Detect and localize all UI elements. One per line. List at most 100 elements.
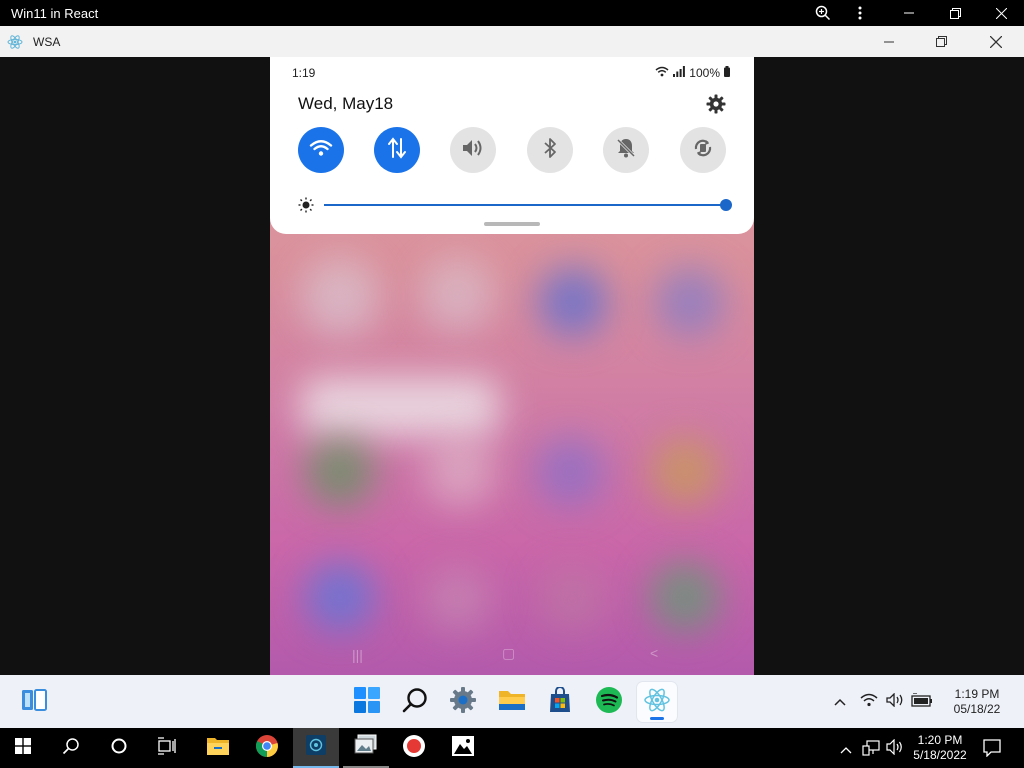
widgets-button[interactable] [14, 682, 54, 722]
host-titlebar: Win11 in React [0, 0, 1024, 26]
task-view-button[interactable] [144, 728, 190, 768]
network-icon[interactable] [862, 739, 880, 762]
active-app-indicator [650, 717, 664, 720]
host-window-title: Win11 in React [11, 6, 99, 21]
auto-rotate-toggle[interactable] [680, 127, 726, 173]
blurred-app-icon [425, 567, 490, 632]
windows-logo-icon [354, 686, 380, 718]
bluetooth-icon [542, 137, 558, 164]
start-button[interactable] [347, 682, 387, 722]
win11-clock-date: 05/18/22 [953, 702, 1001, 716]
sound-toggle[interactable] [450, 127, 496, 173]
blurred-app-icon [305, 562, 375, 632]
cortana-circle-icon [110, 737, 128, 760]
app-window-icon [305, 734, 327, 761]
blurred-app-icon [650, 562, 720, 632]
settings-gear-icon[interactable] [706, 94, 728, 116]
win10-search-button[interactable] [48, 728, 94, 768]
settings-app-button[interactable] [443, 682, 483, 722]
quick-settings-panel: 1:19 100% Wed, May18 [270, 57, 754, 234]
store-icon [547, 685, 573, 718]
search-icon [402, 687, 428, 718]
blurred-app-icon [305, 437, 375, 507]
folder-icon [498, 688, 526, 717]
mobile-data-toggle[interactable] [374, 127, 420, 173]
vscode-running-button[interactable] [293, 728, 339, 768]
spotify-button[interactable] [589, 682, 629, 722]
wsa-app-button[interactable] [637, 682, 677, 722]
bluetooth-toggle[interactable] [527, 127, 573, 173]
folder-icon [206, 736, 230, 761]
blurred-app-icon [655, 267, 725, 337]
win11-taskbar: 1:19 PM 05/18/22 [0, 675, 1024, 728]
blurred-widget [300, 377, 500, 437]
android-nav-recents-icon[interactable]: ||| [352, 647, 363, 663]
chrome-button[interactable] [244, 728, 290, 768]
host-restore-button[interactable] [932, 0, 978, 26]
win10-clock-date: 5/18/2022 [913, 748, 967, 762]
tray-chevron-up-icon[interactable] [834, 693, 846, 711]
brightness-slider-track[interactable] [324, 204, 726, 206]
android-screen[interactable]: ||| ▢ < 1:19 100% Wed, May18 [270, 57, 754, 675]
tray-wifi-icon[interactable] [860, 693, 878, 712]
more-options-icon[interactable] [837, 0, 883, 26]
chrome-icon [255, 734, 279, 763]
wsa-content-area: ||| ▢ < 1:19 100% Wed, May18 [0, 57, 1024, 675]
win10-tray-chevron-icon[interactable] [840, 741, 852, 759]
tray-volume-icon[interactable] [886, 692, 906, 712]
task-view-icon [157, 736, 177, 760]
wifi-icon [309, 139, 333, 162]
wsa-maximize-button[interactable] [918, 26, 964, 57]
picture-stack-icon [354, 734, 378, 761]
action-center-icon[interactable] [983, 739, 1001, 762]
battery-icon [724, 66, 730, 80]
win10-start-button[interactable] [0, 728, 46, 768]
shade-drag-handle[interactable] [484, 222, 540, 226]
search-button[interactable] [395, 682, 435, 722]
store-button[interactable] [540, 682, 580, 722]
win10-file-explorer-button[interactable] [195, 728, 241, 768]
image-icon [451, 735, 475, 762]
screen-recorder-button[interactable] [391, 728, 437, 768]
win11-clock-time: 1:19 PM [954, 687, 1000, 701]
react-logo-icon [7, 34, 23, 55]
wifi-toggle[interactable] [298, 127, 344, 173]
win10-volume-icon[interactable] [886, 738, 904, 760]
cell-signal-icon [673, 66, 686, 80]
file-explorer-button[interactable] [492, 682, 532, 722]
host-minimize-button[interactable] [886, 0, 932, 26]
win11-clock[interactable]: 1:19 PM 05/18/22 [944, 687, 1010, 717]
win10-taskbar: 1:20 PM 5/18/2022 [0, 728, 1024, 768]
blurred-app-icon [540, 567, 605, 632]
speaker-icon [461, 138, 485, 163]
record-icon [402, 734, 426, 763]
cortana-button[interactable] [96, 728, 142, 768]
tray-battery-icon[interactable] [911, 692, 933, 712]
host-close-button[interactable] [978, 0, 1024, 26]
wsa-minimize-button[interactable] [866, 26, 912, 57]
blurred-app-icon [650, 437, 720, 507]
wifi-signal-icon [655, 66, 669, 80]
blurred-app-icon [425, 437, 495, 507]
blurred-app-icon [538, 267, 608, 337]
status-bar-time: 1:19 [292, 66, 316, 80]
bell-off-icon [615, 137, 637, 164]
photos-app-button[interactable] [343, 728, 389, 768]
wsa-window-title: WSA [33, 35, 61, 49]
search-icon [62, 737, 80, 760]
win10-clock-time: 1:20 PM [917, 733, 963, 747]
shade-date: Wed, May18 [298, 94, 394, 113]
android-nav-home-icon[interactable]: ▢ [502, 645, 515, 662]
win10-clock[interactable]: 1:20 PM 5/18/2022 [905, 733, 975, 763]
android-nav-back-icon[interactable]: < [650, 645, 658, 661]
image-viewer-button[interactable] [440, 728, 486, 768]
brightness-slider-thumb[interactable] [720, 199, 732, 211]
blurred-app-icon [420, 257, 495, 332]
react-logo-icon [643, 687, 671, 718]
blurred-app-icon [535, 437, 605, 507]
blurred-app-icon [300, 257, 380, 337]
wsa-titlebar: WSA [0, 26, 1024, 57]
status-bar-icons: 100% [655, 66, 730, 80]
wsa-close-button[interactable] [973, 26, 1019, 57]
do-not-disturb-toggle[interactable] [603, 127, 649, 173]
